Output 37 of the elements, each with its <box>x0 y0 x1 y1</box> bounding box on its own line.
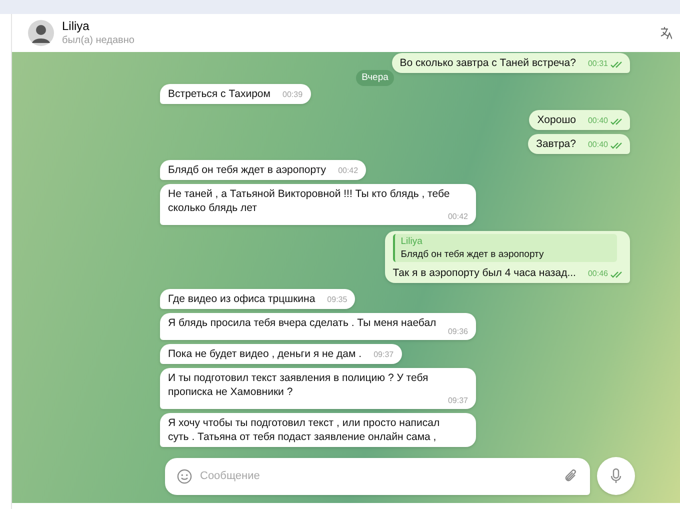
message-time: 00:42 <box>448 212 468 222</box>
message-time: 00:39 <box>282 89 303 102</box>
quoted-message[interactable]: Liliya Блядб он тебя ждет в аэропорту <box>392 234 617 262</box>
message-input[interactable]: Сообщение <box>165 458 590 494</box>
message-field[interactable]: Сообщение <box>200 468 556 484</box>
message-text: Я блядь просила тебя вчера сделать . Ты меня наебал <box>168 316 438 330</box>
quoted-sender: Liliya <box>400 235 424 248</box>
paperclip-icon[interactable] <box>564 468 578 484</box>
date-pill: Вчера <box>356 70 394 86</box>
message-text: Блядб он тебя ждет в аэропорту <box>168 163 326 178</box>
translate-icon[interactable] <box>660 26 672 40</box>
message-text: И ты подготовил текст заявления в полицию ? У тебя прописка не Хамовники ? <box>168 371 430 400</box>
contact-status: был(а) недавно <box>62 34 136 47</box>
message-text: Хорошо <box>537 113 576 128</box>
microphone-button[interactable] <box>597 457 635 495</box>
message-time: 09:36 <box>448 327 468 338</box>
message-text: Во сколько завтра с Таней встреча? <box>400 56 576 70</box>
message-text: Пока не будет видео , деньги я не дам . <box>168 347 362 362</box>
message-text: Я хочу чтобы ты подготовил текст , или просто написал суть . Татьяна от тебя подаст заявление онлайн сама , <box>168 416 441 444</box>
message-time: 00:42 <box>338 165 358 178</box>
message-time: 00:46 <box>588 268 608 280</box>
message-time: 00:40 <box>588 115 608 128</box>
avatar[interactable] <box>28 20 54 46</box>
message-text: Где видео из офиса трцшкина <box>168 292 316 306</box>
message-text: Так я в аэропорту был 4 часа назад... <box>392 266 576 280</box>
message-time: 09:35 <box>327 294 348 306</box>
message-time: 09:37 <box>374 349 394 362</box>
emoji-icon[interactable] <box>177 468 192 484</box>
quoted-text: Блядб он тебя ждет в аэропорту <box>400 248 545 262</box>
message-text: Встреться с Тахиром <box>168 87 270 102</box>
contact-name: Liliya <box>62 19 90 34</box>
message-time: 09:37 <box>448 396 468 406</box>
message-text: Не таней , а Татьяной Викторовной !!! Ты кто блядь , тебе сколько блядь лет <box>168 187 450 214</box>
message-time: 00:31 <box>588 58 608 70</box>
microphone-icon <box>610 468 622 484</box>
message-text: Завтра? <box>536 137 576 152</box>
message-time: 00:40 <box>588 139 608 152</box>
